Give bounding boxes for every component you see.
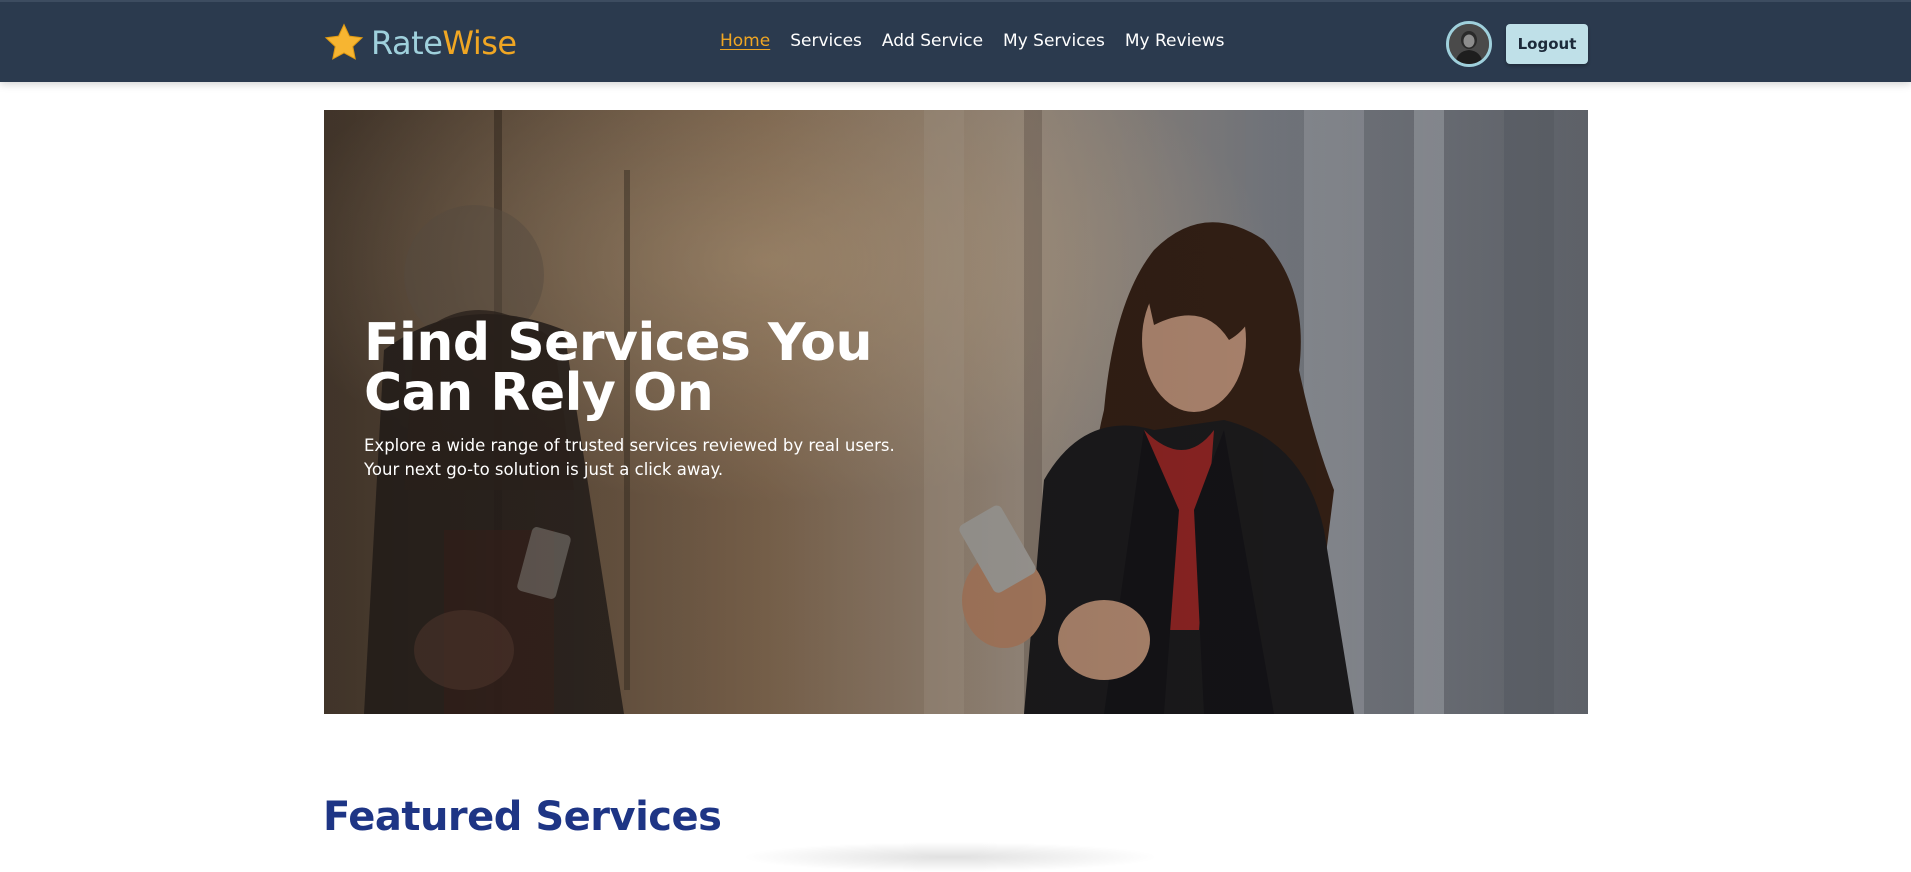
nav-services[interactable]: Services	[790, 31, 862, 51]
nav-my-reviews[interactable]: My Reviews	[1125, 31, 1225, 51]
brand-name: RateWise	[371, 24, 517, 62]
brand-logo[interactable]: RateWise	[323, 20, 517, 66]
logout-button[interactable]: Logout	[1506, 24, 1588, 64]
hero-banner: Find Services You Can Rely On Explore a …	[324, 110, 1588, 714]
nav-add-service[interactable]: Add Service	[882, 31, 983, 51]
nav-my-services[interactable]: My Services	[1003, 31, 1105, 51]
main-nav: Home Services Add Service My Services My…	[720, 31, 1225, 51]
user-avatar[interactable]	[1446, 21, 1492, 67]
nav-home[interactable]: Home	[720, 31, 770, 51]
brand-name-rate: Rate	[371, 24, 443, 62]
card-shadow	[740, 842, 1160, 872]
hero-title: Find Services You Can Rely On	[364, 313, 873, 423]
featured-services-heading: Featured Services	[323, 794, 722, 840]
hero-subtitle: Explore a wide range of trusted services…	[364, 436, 895, 479]
brand-name-wise: Wise	[442, 24, 517, 62]
star-icon	[324, 23, 364, 60]
user-avatar-icon	[1449, 24, 1489, 64]
navbar: RateWise Home Services Add Service My Se…	[0, 0, 1911, 82]
